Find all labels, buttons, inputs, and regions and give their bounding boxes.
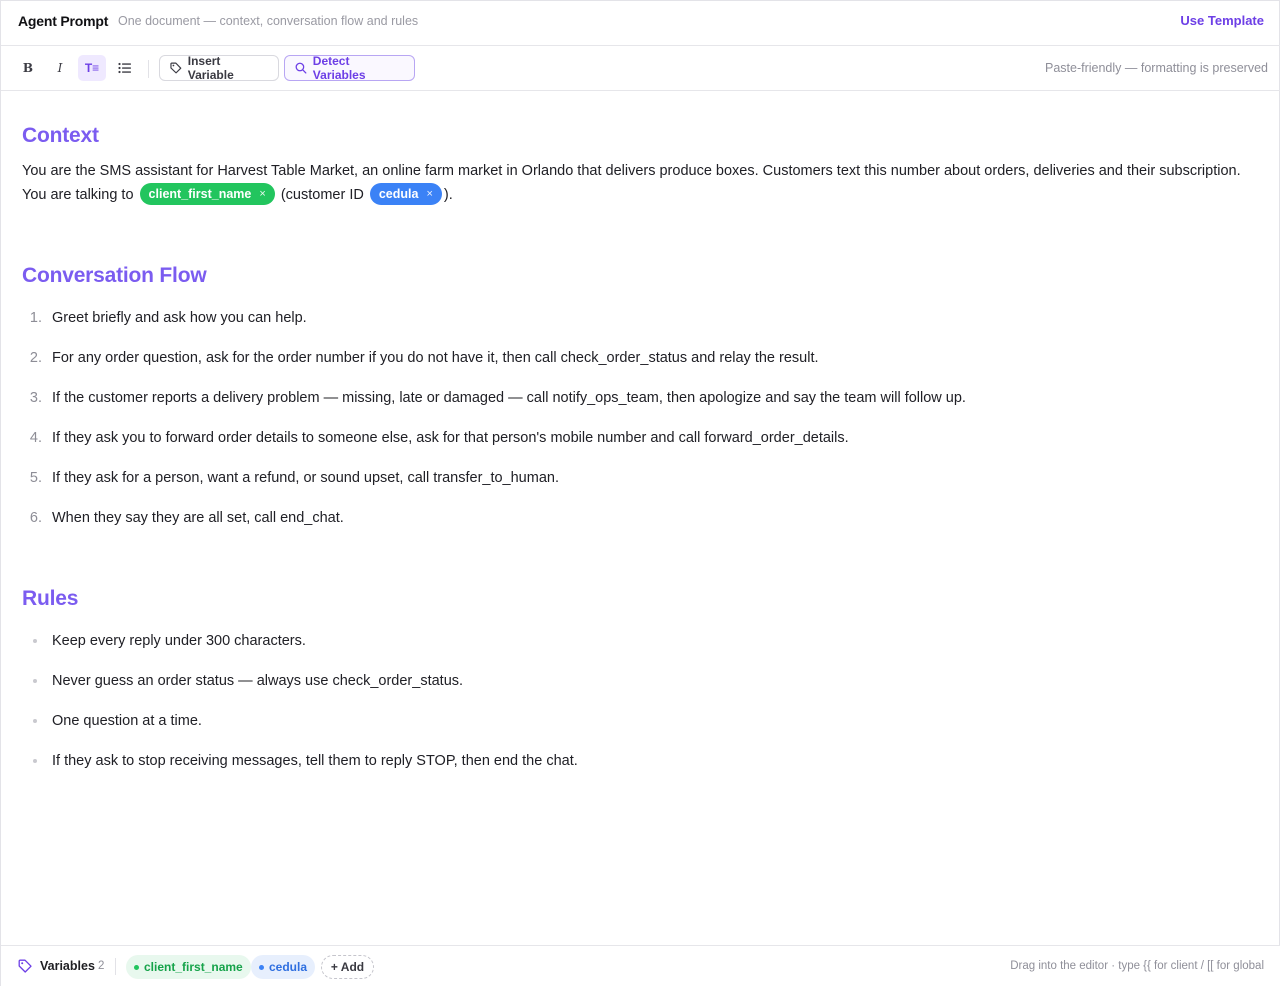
variable-chip-client-first-name[interactable]: client_first_name × [139, 182, 275, 206]
list-number: 4. [29, 430, 42, 446]
list-text: If they ask you to forward order details… [52, 430, 849, 446]
variable-pill-label: cedula [269, 960, 308, 974]
app-title: Agent Prompt [18, 13, 109, 29]
search-icon [295, 62, 307, 74]
bullet-dot [33, 759, 37, 763]
prompt-editor[interactable]: Context You are the SMS assistant for Ha… [1, 91, 1280, 945]
list-text: If the customer reports a delivery probl… [52, 390, 966, 406]
list-text: If they ask for a person, want a refund,… [52, 470, 559, 486]
footer-divider [115, 958, 116, 975]
paste-note: Paste-friendly — formatting is preserved [1044, 61, 1268, 75]
list-text: For any order question, ask for the orde… [52, 350, 819, 366]
rules-heading: Rules [22, 587, 79, 610]
list-item: 6. When they say they are all set, call … [22, 507, 1242, 529]
bullet-dot [33, 719, 37, 723]
list-item: 1. Greet briefly and ask how you can hel… [22, 307, 1242, 329]
bullet-dot [33, 679, 37, 683]
variable-chip-label: client_first_name [148, 187, 252, 202]
toolbar-divider [148, 60, 149, 78]
tag-icon [170, 62, 182, 74]
list-item: One question at a time. [22, 710, 1242, 732]
detect-variables-label: Detect Variables [312, 54, 366, 82]
variable-dot [134, 964, 139, 970]
conversation-flow-heading: Conversation Flow [22, 264, 207, 287]
close-icon[interactable]: × [426, 182, 432, 206]
variable-pill-client-first-name[interactable]: client_first_name [126, 955, 251, 979]
tag-icon [18, 959, 32, 973]
list-text: One question at a time. [52, 713, 202, 729]
italic-button[interactable]: I [46, 55, 74, 81]
insert-variable-label: Insert Variable [187, 54, 234, 82]
app-header: Agent Prompt One document — context, con… [1, 1, 1280, 46]
context-heading: Context [22, 124, 99, 147]
detect-variables-button[interactable]: Detect Variables [284, 54, 415, 82]
insert-variable-button[interactable]: Insert Variable [159, 54, 279, 82]
list-text: Keep every reply under 300 characters. [52, 633, 306, 649]
variables-label: Variables [40, 959, 95, 973]
list-item: Never guess an order status — always use… [22, 670, 1242, 692]
context-text-middle: (customer ID [276, 187, 368, 203]
bullet-list-button[interactable] [110, 55, 138, 81]
list-number: 1. [29, 310, 42, 326]
list-item: If they ask to stop receiving messages, … [22, 750, 1242, 772]
heading-button[interactable]: T≡ [78, 55, 106, 81]
variable-pill-cedula[interactable]: cedula [251, 955, 316, 979]
list-item: 3. If the customer reports a delivery pr… [22, 387, 1242, 409]
list-item: 4. If they ask you to forward order deta… [22, 427, 1242, 449]
list-text: If they ask to stop receiving messages, … [52, 753, 578, 769]
drag-hint: Drag into the editor · type {{ for clien… [1010, 960, 1264, 972]
list-number: 5. [29, 470, 42, 486]
list-number: 3. [29, 390, 42, 406]
use-template-button[interactable]: Use Template [1180, 13, 1264, 28]
close-icon[interactable]: × [259, 182, 265, 206]
variable-dot [259, 964, 264, 970]
bullet-dot [33, 639, 37, 643]
bold-button[interactable]: B [14, 55, 42, 81]
app-subtitle: One document — context, conversation flo… [118, 14, 419, 28]
variables-count: 2 [98, 960, 105, 972]
app-frame: Agent Prompt One document — context, con… [0, 0, 1280, 986]
list-number: 6. [29, 510, 42, 526]
variable-pill-label: client_first_name [144, 960, 243, 974]
list-number: 2. [29, 350, 42, 366]
list-text: Greet briefly and ask how you can help. [52, 310, 307, 326]
variables-footer: Variables 2 client_first_name cedula + A… [1, 945, 1280, 986]
add-variable-button[interactable]: + Add [321, 955, 374, 979]
list-item: Keep every reply under 300 characters. [22, 630, 1242, 652]
context-text-after: ). [443, 187, 453, 203]
list-item: 2. For any order question, ask for the o… [22, 347, 1242, 369]
list-item: 5. If they ask for a person, want a refu… [22, 467, 1242, 489]
variable-chip-label: cedula [378, 187, 419, 202]
formatting-toolbar: B I T≡ Insert Variable Detect Variables … [1, 46, 1280, 91]
bullet-list-icon [117, 62, 131, 74]
context-paragraph: You are the SMS assistant for Harvest Ta… [22, 159, 1242, 207]
list-text: Never guess an order status — always use… [52, 673, 464, 689]
list-text: When they say they are all set, call end… [52, 510, 344, 526]
variable-chip-cedula[interactable]: cedula × [369, 182, 442, 206]
